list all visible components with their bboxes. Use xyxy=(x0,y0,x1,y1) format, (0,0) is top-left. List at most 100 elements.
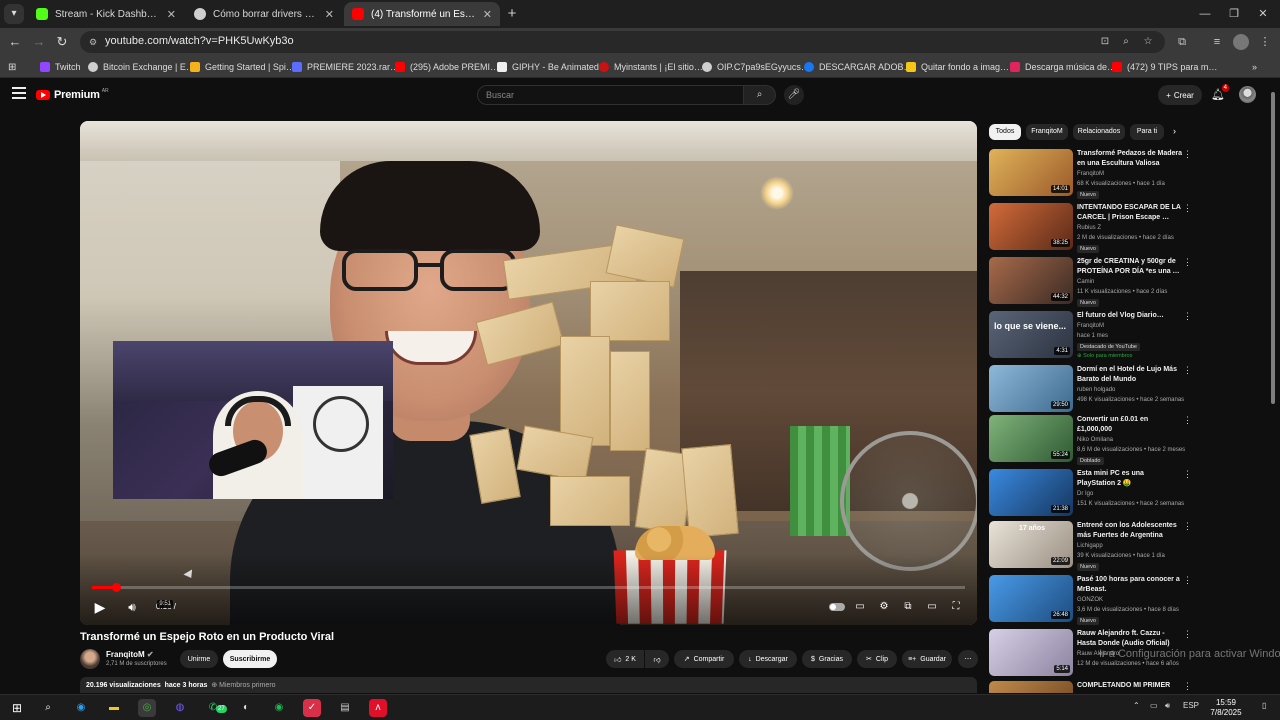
save-button[interactable]: ≡+ Guardar xyxy=(902,650,952,668)
more-options-icon[interactable]: ⋮ xyxy=(1183,521,1192,532)
more-actions-icon[interactable]: ⋯ xyxy=(958,650,978,668)
subscribe-button[interactable]: Suscribirme xyxy=(223,650,277,668)
recommendation-channel[interactable]: Dr Igo xyxy=(1077,491,1093,497)
settings-gear-icon[interactable]: ⚙ xyxy=(876,600,892,614)
recommendation-channel[interactable]: Camin xyxy=(1077,279,1094,285)
bookmark-twitch[interactable]: Twitch xyxy=(40,60,81,74)
recommendation-title[interactable]: Entrené con los Adolescentes más Fuertes… xyxy=(1077,521,1183,540)
recommendation-title[interactable]: El futuro del Vlog Diario… xyxy=(1077,311,1183,321)
recommendation-title[interactable]: COMPLETANDO MI PRIMER xyxy=(1077,681,1183,691)
recommendation-channel[interactable]: FranqitoM xyxy=(1077,323,1104,329)
file-explorer-icon[interactable]: ▬ xyxy=(105,699,123,717)
hamburger-menu-icon[interactable] xyxy=(12,87,26,99)
progress-scrubber[interactable] xyxy=(111,583,121,592)
profile-avatar[interactable] xyxy=(1233,34,1249,50)
edge-browser-icon[interactable]: ◉ xyxy=(72,699,90,717)
account-avatar[interactable] xyxy=(1239,86,1256,103)
progress-bar[interactable] xyxy=(92,583,965,592)
more-options-icon[interactable]: ⋮ xyxy=(1183,203,1192,214)
zoom-icon[interactable]: ⌕ xyxy=(1119,35,1133,49)
recommendation-item[interactable]: 29:50 Dormí en el Hotel de Lujo Más Bara… xyxy=(989,365,1192,415)
microphone-icon[interactable]: 🎤︎ xyxy=(784,85,804,105)
bookmark-myinstants[interactable]: Myinstants | ¡El sitio… xyxy=(599,60,703,74)
network-icon[interactable]: ▭ xyxy=(1150,701,1158,710)
video-thumbnail[interactable]: 38:25 xyxy=(989,203,1073,250)
bookmark-quitar-fondo[interactable]: Quitar fondo a imag… xyxy=(906,60,1009,74)
more-options-icon[interactable]: ⋮ xyxy=(1183,365,1192,376)
search-input[interactable]: Buscar xyxy=(477,85,744,105)
recommendation-item[interactable]: 38:25 INTENTANDO ESCAPAR DE LA CARCEL | … xyxy=(989,203,1192,253)
site-info-icon[interactable]: ⚙ xyxy=(86,35,100,49)
video-player[interactable]: ▶ 🔊︎ 0:16 / 9:51 ▭ ⚙ ⧉ ▭ ⛶ xyxy=(80,121,977,625)
more-options-icon[interactable]: ⋮ xyxy=(1183,629,1192,640)
browser-menu-icon[interactable]: ⋮ xyxy=(1257,34,1273,50)
search-icon[interactable]: ⌕ xyxy=(39,699,57,717)
video-thumbnail[interactable]: 44:32 xyxy=(989,257,1073,304)
recommendation-item[interactable]: COMPLETANDO MI PRIMER ⋮ xyxy=(989,681,1189,693)
recommendation-title[interactable]: Pasé 100 horas para conocer a MrBeast. xyxy=(1077,575,1183,594)
tab-close-icon[interactable]: ✕ xyxy=(167,8,176,21)
bookmark-oip[interactable]: OIP.C7pa9sEGyyucs… xyxy=(702,60,810,74)
capcut-icon[interactable]: ✓ xyxy=(303,699,321,717)
theater-mode-icon[interactable]: ▭ xyxy=(924,600,940,614)
tab-kick-dashboard[interactable]: Stream - Kick Dashboard ✕ xyxy=(28,2,184,26)
tab-drivers-article[interactable]: Cómo borrar drivers de mi grafi… ✕ xyxy=(186,2,342,26)
chip-relacionados[interactable]: Relacionados xyxy=(1073,124,1125,140)
notifications-icon[interactable]: ▯ xyxy=(1262,701,1266,710)
recommendation-title[interactable]: Dormí en el Hotel de Lujo Más Barato del… xyxy=(1077,365,1183,384)
video-thumbnail[interactable]: 55:24 xyxy=(989,415,1073,462)
channel-avatar[interactable] xyxy=(80,649,100,669)
adobe-icon[interactable]: ᴧ xyxy=(369,699,387,717)
recommendation-title[interactable]: Transformé Pedazos de Madera en una Escu… xyxy=(1077,149,1183,168)
obs-icon[interactable]: ◐ xyxy=(237,699,255,717)
recommendation-item[interactable]: 14:01 Transformé Pedazos de Madera en un… xyxy=(989,149,1192,199)
spotify-icon[interactable]: ◉ xyxy=(270,699,288,717)
recommendation-item[interactable]: 44:32 25gr de CREATINA y 500gr de PROTEÍ… xyxy=(989,257,1192,307)
download-button[interactable]: ↓ Descargar xyxy=(739,650,797,668)
video-thumbnail[interactable]: 21:38 xyxy=(989,469,1073,516)
recommendation-title[interactable]: Esta mini PC es una PlayStation 2 🤑 xyxy=(1077,469,1183,488)
bookmark-descarga-musica[interactable]: Descarga música de… xyxy=(1010,60,1116,74)
tab-search-icon[interactable]: ▾ xyxy=(4,4,24,24)
video-thumbnail[interactable]: 14:01 xyxy=(989,149,1073,196)
bookmark-star-icon[interactable]: ☆ xyxy=(1141,35,1155,49)
recommendation-channel[interactable]: Lichigapp xyxy=(1077,543,1103,549)
volume-icon[interactable]: 🔊︎ xyxy=(122,598,142,616)
tab-youtube-video[interactable]: (4) Transformé un Espejo Roto e… ✕ xyxy=(344,2,500,26)
windows-start-icon[interactable]: ⊞ xyxy=(8,699,26,717)
subtitles-icon[interactable]: ▭ xyxy=(852,600,868,614)
chrome-browser-icon[interactable]: ◎ xyxy=(138,699,156,717)
more-options-icon[interactable]: ⋮ xyxy=(1183,311,1192,322)
recommendation-item[interactable]: 55:24 Convertir un £0.01 en £1,000,000 N… xyxy=(989,415,1192,465)
create-button[interactable]: + Crear xyxy=(1158,85,1202,105)
autoplay-toggle[interactable] xyxy=(829,603,845,611)
chip-para-ti[interactable]: Para ti xyxy=(1130,124,1164,140)
page-scrollbar[interactable] xyxy=(1270,86,1276,686)
reload-icon[interactable]: ↻ xyxy=(52,32,72,52)
more-options-icon[interactable]: ⋮ xyxy=(1183,681,1189,692)
dislike-button[interactable]: 👎︎ xyxy=(645,650,669,668)
tab-close-icon[interactable]: ✕ xyxy=(483,8,492,21)
apps-grid-icon[interactable]: ⊞ xyxy=(8,60,16,74)
recommendation-item[interactable]: lo que se viene... 4:31 El futuro del Vl… xyxy=(989,311,1192,361)
clip-button[interactable]: ✂ Clip xyxy=(857,650,897,668)
language-indicator[interactable]: ESP xyxy=(1183,701,1199,710)
restore-icon[interactable]: ❐ xyxy=(1219,4,1249,24)
recommendation-channel[interactable]: GONZOK xyxy=(1077,597,1103,603)
forward-icon[interactable]: → xyxy=(29,32,49,52)
more-options-icon[interactable]: ⋮ xyxy=(1183,415,1192,426)
bookmark-9-tips[interactable]: (472) 9 TIPS para m… xyxy=(1112,60,1217,74)
discord-icon[interactable]: ◍ xyxy=(171,699,189,717)
notifications-bell-icon[interactable]: 🔔︎ 4 xyxy=(1210,84,1229,103)
close-window-icon[interactable]: ✕ xyxy=(1248,4,1278,24)
search-icon[interactable]: ⌕ xyxy=(744,85,776,105)
video-thumbnail[interactable]: 17 años 22:09 xyxy=(989,521,1073,568)
youtube-premium-logo[interactable]: Premium AR xyxy=(36,88,109,101)
more-bookmarks-icon[interactable]: » xyxy=(1252,60,1257,74)
recommendation-channel[interactable]: Rubius Z xyxy=(1077,225,1101,231)
recommendation-title[interactable]: Rauw Alejandro ft. Cazzu - Hasta Donde (… xyxy=(1077,629,1183,648)
video-thumbnail[interactable]: lo que se viene... 4:31 xyxy=(989,311,1073,358)
recommendation-item[interactable]: 17 años 22:09 Entrené con los Adolescent… xyxy=(989,521,1192,571)
back-icon[interactable]: ← xyxy=(5,32,25,52)
app-icon[interactable]: ▤ xyxy=(336,699,354,717)
